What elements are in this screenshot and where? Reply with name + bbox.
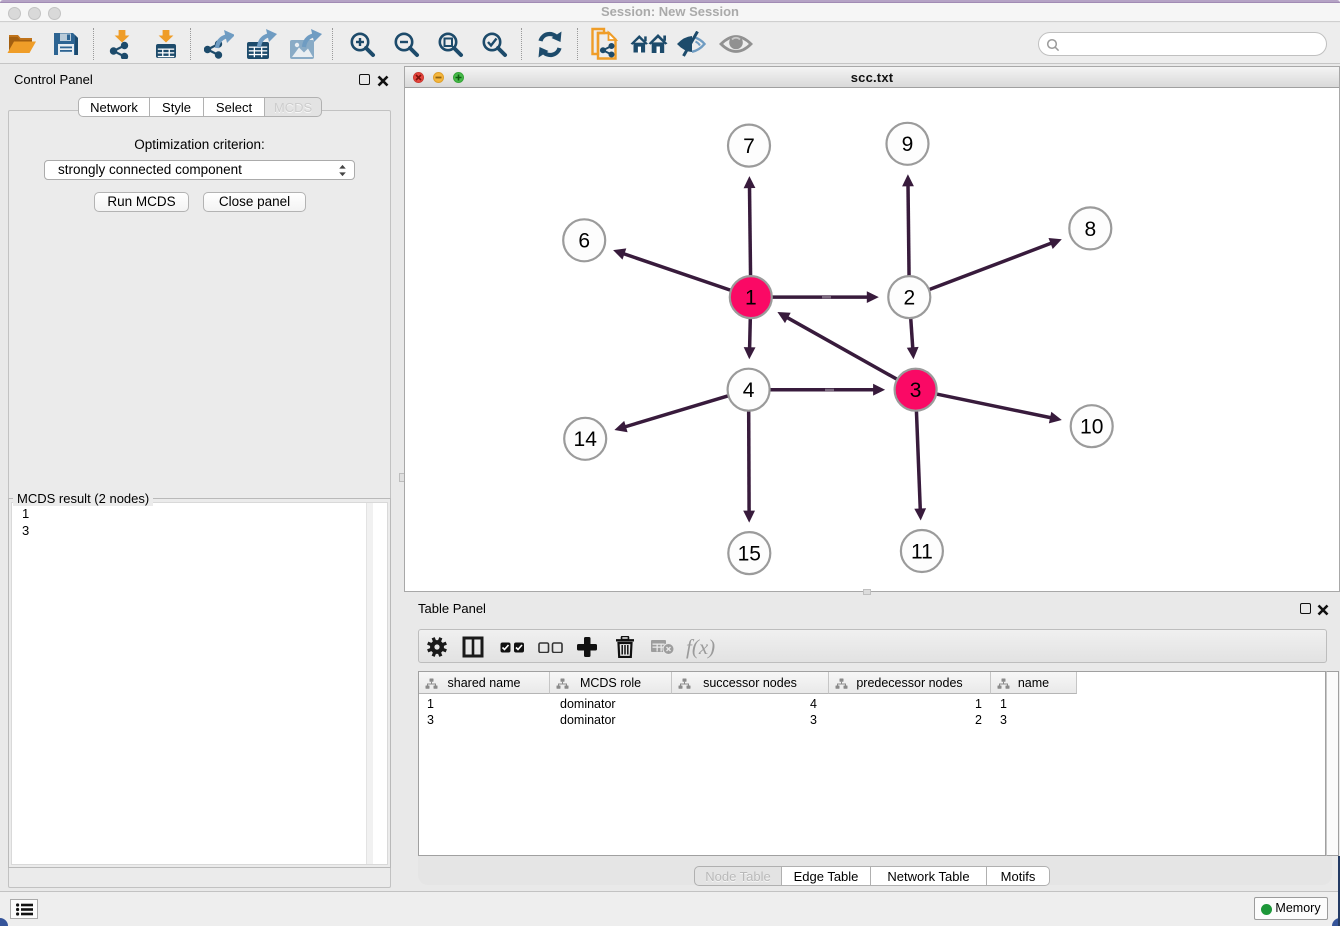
svg-text:10: 10 [1080, 416, 1103, 439]
svg-text:11: 11 [911, 540, 933, 563]
svg-text:2: 2 [903, 287, 915, 310]
svg-text:7: 7 [743, 135, 755, 158]
svg-text:15: 15 [738, 543, 761, 566]
svg-text:6: 6 [578, 230, 590, 253]
svg-text:8: 8 [1084, 218, 1096, 241]
svg-text:4: 4 [743, 379, 755, 402]
svg-text:3: 3 [910, 379, 922, 402]
svg-text:1: 1 [745, 287, 757, 310]
svg-text:9: 9 [902, 133, 914, 156]
svg-text:14: 14 [574, 428, 598, 451]
